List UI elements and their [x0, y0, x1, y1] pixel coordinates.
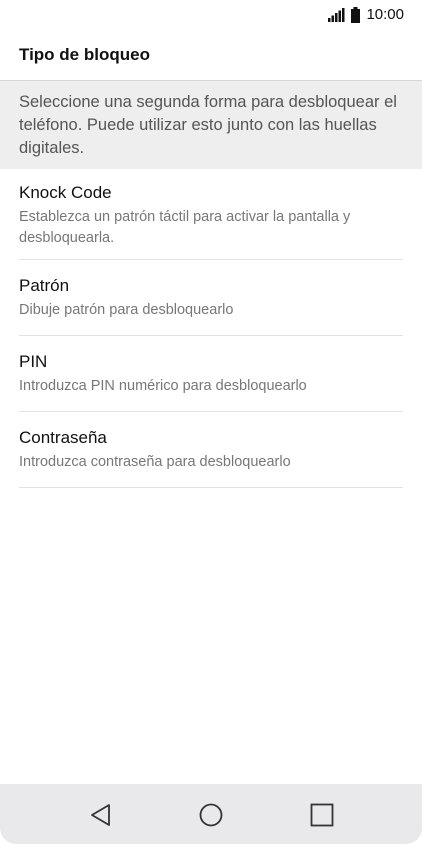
battery-icon	[351, 6, 361, 23]
lock-options-list: Knock Code Establezca un patrón táctil p…	[0, 169, 422, 488]
description-text: Seleccione una segunda forma para desblo…	[19, 93, 397, 157]
list-item-title: Knock Code	[19, 183, 112, 202]
status-time: 10:00	[366, 6, 404, 23]
list-item-subtitle: Establezca un patrón táctil para activar…	[19, 209, 351, 246]
lock-option-knock-code[interactable]: Knock Code Establezca un patrón táctil p…	[19, 169, 403, 260]
lock-option-password[interactable]: Contraseña Introduzca contraseña para de…	[19, 412, 403, 488]
back-icon[interactable]	[87, 801, 115, 829]
lock-option-pattern[interactable]: Patrón Dibuje patrón para desbloquearlo	[19, 260, 403, 336]
page-title: Tipo de bloqueo	[19, 45, 150, 64]
list-item-subtitle: Dibuje patrón para desbloquearlo	[19, 302, 234, 318]
app-bar: Tipo de bloqueo	[0, 30, 422, 81]
list-item-title: Contraseña	[19, 428, 107, 447]
home-icon[interactable]	[197, 801, 225, 829]
status-icons: 10:00	[328, 6, 404, 23]
list-item-title: PIN	[19, 352, 48, 371]
list-item-title: Patrón	[19, 276, 70, 295]
signal-icon	[328, 7, 345, 22]
lock-option-pin[interactable]: PIN Introduzca PIN numérico para desbloq…	[19, 336, 403, 412]
recents-icon[interactable]	[308, 801, 336, 829]
navigation-bar	[0, 784, 422, 844]
list-item-subtitle: Introduzca contraseña para desbloquearlo	[19, 454, 291, 470]
status-bar: 10:00	[0, 0, 422, 30]
description-panel: Seleccione una segunda forma para desblo…	[0, 81, 422, 169]
list-item-subtitle: Introduzca PIN numérico para desbloquear…	[19, 378, 307, 394]
